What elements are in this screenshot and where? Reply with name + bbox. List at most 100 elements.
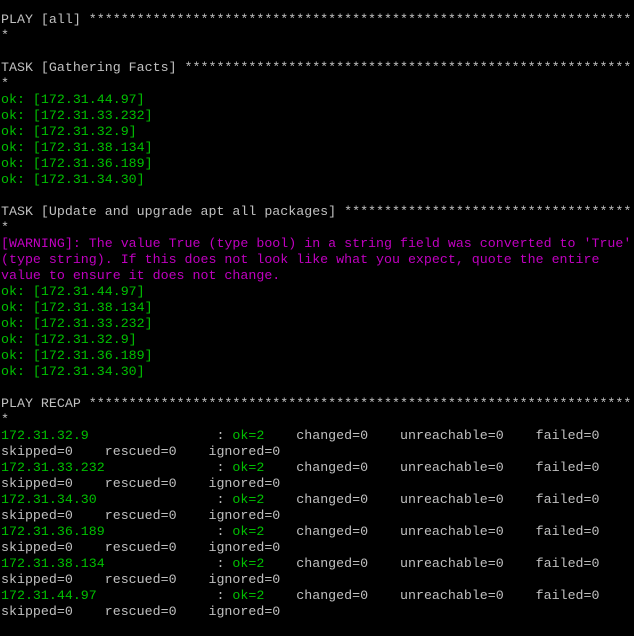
recap-detail-line: skipped=0 rescued=0 ignored=0 xyxy=(1,444,633,460)
recap-unreachable-count: unreachable=0 xyxy=(400,428,536,443)
recap-failed-count: failed=0 xyxy=(535,556,600,571)
ok-line: ok: [172.31.38.134] xyxy=(1,140,633,156)
recap-rescued-count: rescued=0 xyxy=(104,540,209,555)
recap-skipped-count: skipped=0 xyxy=(1,508,105,523)
recap-skipped-count: skipped=0 xyxy=(1,604,105,619)
ok-line: ok: [172.31.44.97] xyxy=(1,284,633,300)
recap-failed-count: failed=0 xyxy=(535,428,600,443)
recap-ignored-count: ignored=0 xyxy=(208,604,281,619)
ok-line: ok: [172.31.33.232] xyxy=(1,316,633,332)
recap-skipped-count: skipped=0 xyxy=(1,540,105,555)
header-text: TASK [Update and upgrade apt all package… xyxy=(1,204,633,219)
header-wrap-text: * xyxy=(1,28,9,43)
header-line: TASK [Update and upgrade apt all package… xyxy=(1,204,633,220)
recap-rescued-count: rescued=0 xyxy=(104,476,209,491)
recap-host: 172.31.38.134 xyxy=(1,556,217,571)
recap-unreachable-count: unreachable=0 xyxy=(400,588,536,603)
ok-line: ok: [172.31.34.30] xyxy=(1,172,633,188)
recap-rescued-count: rescued=0 xyxy=(104,604,209,619)
recap-ok-count: ok=2 xyxy=(232,556,265,571)
recap-unreachable-count: unreachable=0 xyxy=(400,492,536,507)
recap-skipped-count: skipped=0 xyxy=(1,572,105,587)
header-wrap-text: * xyxy=(1,412,9,427)
recap-failed-count: failed=0 xyxy=(535,460,600,475)
recap-host-line: 172.31.36.189 : ok=2 changed=0 unreachab… xyxy=(1,524,600,539)
recap-host-line: 172.31.38.134 : ok=2 changed=0 unreachab… xyxy=(1,556,600,571)
recap-host-line: 172.31.44.97 : ok=2 changed=0 unreachabl… xyxy=(1,588,600,603)
recap-ok-count: ok=2 xyxy=(232,460,265,475)
header-line: TASK [Gathering Facts] *****************… xyxy=(1,60,633,76)
ok-line: ok: [172.31.38.134] xyxy=(1,300,633,316)
recap-host-line: 172.31.32.9 : ok=2 changed=0 unreachable… xyxy=(1,428,600,443)
ok-text: ok: [172.31.44.97] xyxy=(1,284,145,299)
header-wrap-line: * xyxy=(1,28,633,44)
recap-ignored-count: ignored=0 xyxy=(208,444,281,459)
header-text: PLAY RECAP *****************************… xyxy=(1,396,633,411)
recap-detail-line: skipped=0 rescued=0 ignored=0 xyxy=(1,508,633,524)
recap-host: 172.31.44.97 xyxy=(1,588,217,603)
recap-skipped-count: skipped=0 xyxy=(1,444,105,459)
ok-text: ok: [172.31.34.30] xyxy=(1,364,145,379)
ok-line: ok: [172.31.33.232] xyxy=(1,108,633,124)
recap-changed-count: changed=0 xyxy=(296,588,400,603)
recap-ok-count: ok=2 xyxy=(232,492,265,507)
recap-ignored-count: ignored=0 xyxy=(208,540,281,555)
ok-line: ok: [172.31.34.30] xyxy=(1,364,633,380)
recap-changed-count: changed=0 xyxy=(296,460,400,475)
recap-ok-count: ok=2 xyxy=(232,428,265,443)
recap-changed-count: changed=0 xyxy=(296,524,400,539)
ok-line: ok: [172.31.36.189] xyxy=(1,348,633,364)
header-wrap-line: * xyxy=(1,76,633,92)
recap-failed-count: failed=0 xyxy=(535,524,600,539)
header-text: TASK [Gathering Facts] *****************… xyxy=(1,60,633,75)
recap-ok-count: ok=2 xyxy=(232,588,265,603)
recap-host: 172.31.33.232 xyxy=(1,460,217,475)
terminal-output[interactable]: PLAY [all] *****************************… xyxy=(1,12,633,620)
recap-detail-line: skipped=0 rescued=0 ignored=0 xyxy=(1,572,633,588)
header-wrap-line: * xyxy=(1,412,633,428)
warning-line: [WARNING]: The value True (type bool) in… xyxy=(1,236,633,252)
ok-line: ok: [172.31.32.9] xyxy=(1,332,633,348)
recap-ignored-count: ignored=0 xyxy=(208,508,281,523)
recap-changed-count: changed=0 xyxy=(296,556,400,571)
recap-host-line: 172.31.33.232 : ok=2 changed=0 unreachab… xyxy=(1,460,600,475)
header-wrap-text: * xyxy=(1,220,9,235)
warning-text: value to ensure it does not change. xyxy=(1,268,281,283)
recap-rescued-count: rescued=0 xyxy=(104,444,209,459)
recap-host: 172.31.36.189 xyxy=(1,524,217,539)
header-line: PLAY RECAP *****************************… xyxy=(1,396,633,412)
recap-host: 172.31.32.9 xyxy=(1,428,217,443)
header-text: PLAY [all] *****************************… xyxy=(1,12,633,27)
recap-unreachable-count: unreachable=0 xyxy=(400,460,536,475)
recap-ignored-count: ignored=0 xyxy=(208,476,281,491)
ok-line: ok: [172.31.36.189] xyxy=(1,156,633,172)
recap-rescued-count: rescued=0 xyxy=(104,572,209,587)
recap-host: 172.31.34.30 xyxy=(1,492,217,507)
warning-line: value to ensure it does not change. xyxy=(1,268,633,284)
header-line: PLAY [all] *****************************… xyxy=(1,12,633,28)
ok-line: ok: [172.31.32.9] xyxy=(1,124,633,140)
ok-text: ok: [172.31.38.134] xyxy=(1,300,153,315)
ok-text: ok: [172.31.36.189] xyxy=(1,348,153,363)
recap-ok-count: ok=2 xyxy=(232,524,265,539)
recap-failed-count: failed=0 xyxy=(535,588,600,603)
ok-text: ok: [172.31.32.9] xyxy=(1,332,137,347)
recap-detail-line: skipped=0 rescued=0 ignored=0 xyxy=(1,540,633,556)
ok-text: ok: [172.31.34.30] xyxy=(1,172,145,187)
recap-detail-line: skipped=0 rescued=0 ignored=0 xyxy=(1,604,633,620)
ok-text: ok: [172.31.38.134] xyxy=(1,140,153,155)
recap-changed-count: changed=0 xyxy=(296,428,400,443)
recap-host-line: 172.31.34.30 : ok=2 changed=0 unreachabl… xyxy=(1,492,600,507)
recap-detail-line: skipped=0 rescued=0 ignored=0 xyxy=(1,476,633,492)
ok-text: ok: [172.31.32.9] xyxy=(1,124,137,139)
header-wrap-line: * xyxy=(1,220,633,236)
ok-text: ok: [172.31.33.232] xyxy=(1,108,153,123)
ok-text: ok: [172.31.44.97] xyxy=(1,92,145,107)
warning-line: (type string). If this does not look lik… xyxy=(1,252,633,268)
recap-unreachable-count: unreachable=0 xyxy=(400,556,536,571)
recap-unreachable-count: unreachable=0 xyxy=(400,524,536,539)
ok-text: ok: [172.31.33.232] xyxy=(1,316,153,331)
